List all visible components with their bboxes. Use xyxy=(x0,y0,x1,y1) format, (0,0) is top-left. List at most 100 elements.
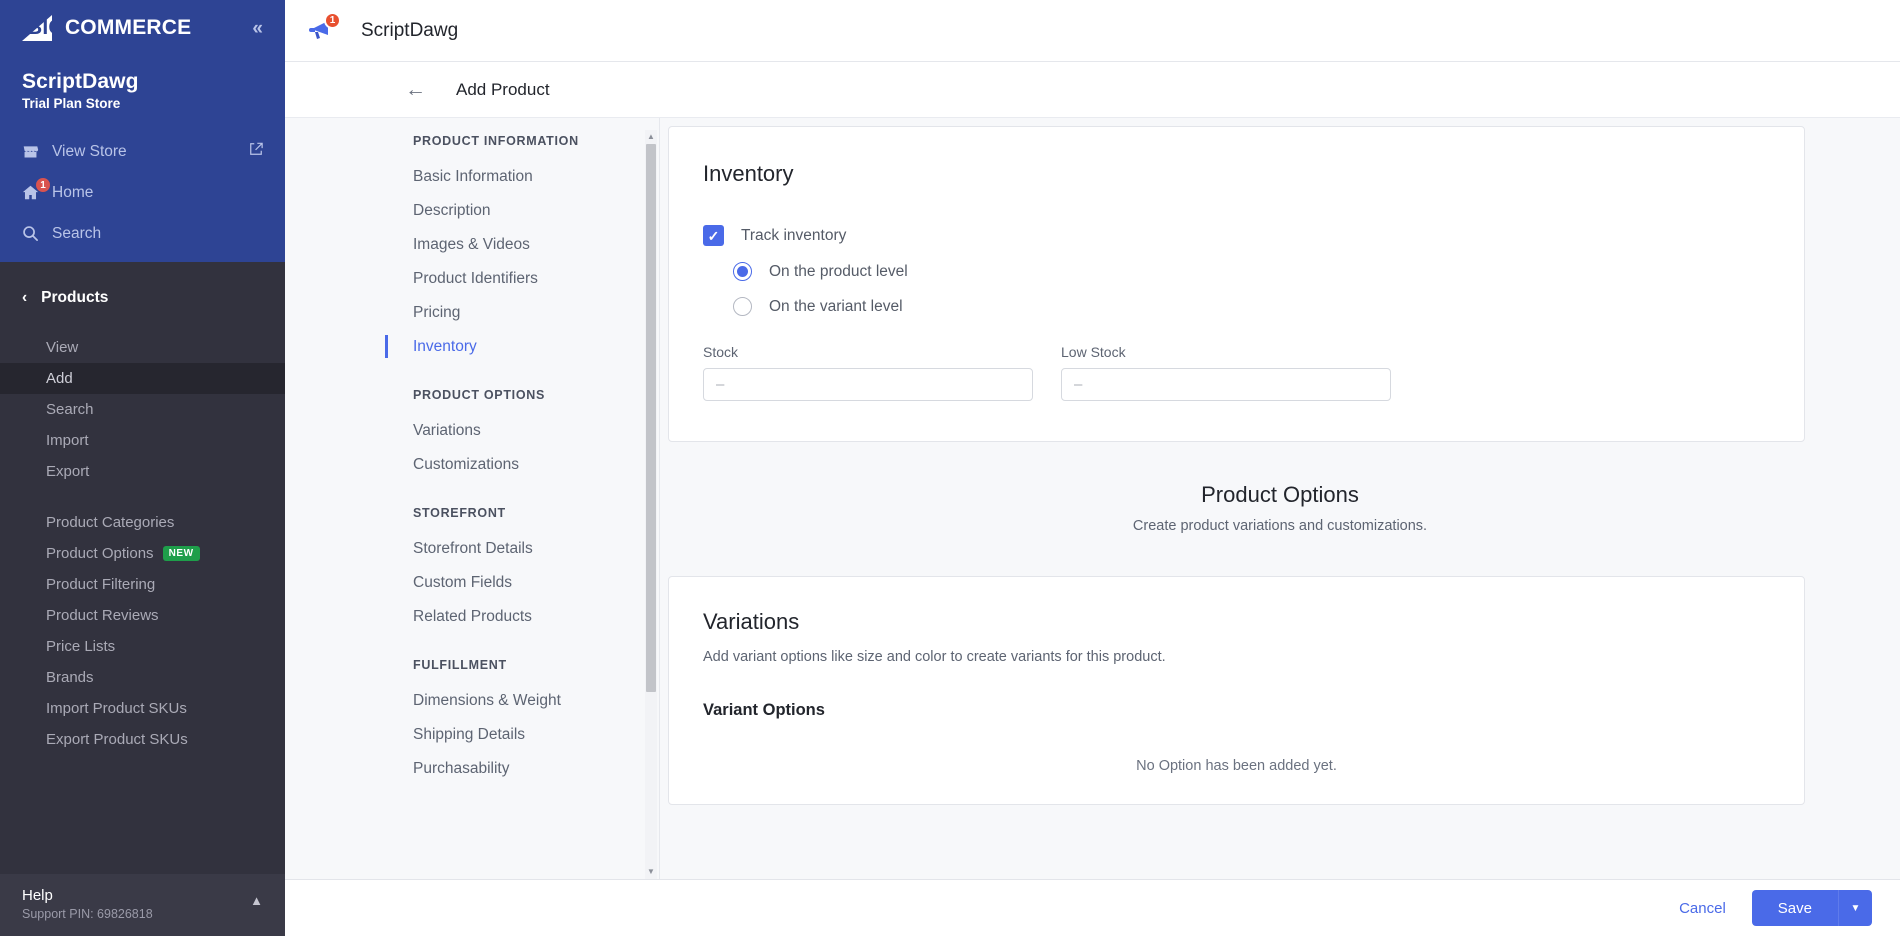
sidebar-item-view[interactable]: View xyxy=(0,332,285,363)
sidebar-item-search[interactable]: Search xyxy=(0,394,285,425)
sidebar-item-label: Search xyxy=(52,225,101,243)
sidebar-item-import[interactable]: Import xyxy=(0,425,285,456)
nav-item-description[interactable]: Description xyxy=(399,194,645,228)
section-nav-list: PRODUCT INFORMATIONBasic InformationDesc… xyxy=(285,130,645,879)
store-icon xyxy=(22,143,52,160)
scroll-down-arrow-icon[interactable]: ▼ xyxy=(647,865,655,879)
sidebar-help-section[interactable]: Help Support PIN: 69826818 ▲ xyxy=(0,874,285,936)
store-name: ScriptDawg xyxy=(22,70,263,94)
stock-field-group: Stock xyxy=(703,344,1033,401)
announcement-count-badge: 1 xyxy=(324,12,341,29)
nav-item-inventory[interactable]: Inventory xyxy=(399,330,645,364)
sidebar-item-export-product-skus[interactable]: Export Product SKUs xyxy=(0,724,285,755)
nav-group-spacer xyxy=(413,482,645,502)
sidebar-section-products[interactable]: ‹ Products xyxy=(0,280,285,316)
stock-label: Stock xyxy=(703,344,1033,360)
nav-item-customizations[interactable]: Customizations xyxy=(399,448,645,482)
nav-item-label: Variations xyxy=(413,422,481,440)
store-plan: Trial Plan Store xyxy=(22,96,263,111)
variant-options-title: Variant Options xyxy=(703,701,1770,720)
back-arrow-icon[interactable]: ← xyxy=(405,79,426,100)
sidebar-item-label: View xyxy=(46,339,78,356)
nav-item-pricing[interactable]: Pricing xyxy=(399,296,645,330)
sidebar-item-search[interactable]: Search xyxy=(0,213,285,254)
radio-product-level-label: On the product level xyxy=(769,263,908,281)
product-options-band: Product Options Create product variation… xyxy=(660,442,1900,568)
scroll-up-arrow-icon[interactable]: ▲ xyxy=(647,130,655,144)
nav-item-label: Pricing xyxy=(413,304,460,322)
sidebar-item-product-filtering[interactable]: Product Filtering xyxy=(0,569,285,600)
sidebar-item-label: Product Categories xyxy=(46,514,174,531)
variant-options-empty-state: No Option has been added yet. xyxy=(703,720,1770,804)
nav-item-custom-fields[interactable]: Custom Fields xyxy=(399,566,645,600)
nav-item-purchasability[interactable]: Purchasability xyxy=(399,752,645,786)
nav-item-label: Basic Information xyxy=(413,168,533,186)
nav-group-spacer xyxy=(413,634,645,654)
sidebar-item-label: Product Filtering xyxy=(46,576,155,593)
section-nav-scrollbar[interactable]: ▲ ▼ xyxy=(645,130,657,879)
nav-item-storefront-details[interactable]: Storefront Details xyxy=(399,532,645,566)
save-dropdown-caret-icon[interactable]: ▼ xyxy=(1838,890,1872,926)
scrollbar-track[interactable] xyxy=(645,144,657,865)
nav-item-related-products[interactable]: Related Products xyxy=(399,600,645,634)
low-stock-field-group: Low Stock xyxy=(1061,344,1391,401)
nav-item-basic-information[interactable]: Basic Information xyxy=(399,160,645,194)
bigcommerce-logo[interactable]: BIGCOMMERCE xyxy=(22,14,191,42)
nav-item-images-videos[interactable]: Images & Videos xyxy=(399,228,645,262)
sidebar-item-price-lists[interactable]: Price Lists xyxy=(0,631,285,662)
sidebar-item-product-reviews[interactable]: Product Reviews xyxy=(0,600,285,631)
sidebar-item-label: Export xyxy=(46,463,89,480)
sidebar-group-secondary: Product Categories Product OptionsNEW Prod… xyxy=(0,507,285,755)
cancel-button[interactable]: Cancel xyxy=(1679,900,1726,917)
announcements-button[interactable]: 1 xyxy=(307,14,341,48)
sidebar-item-import-product-skus[interactable]: Import Product SKUs xyxy=(0,693,285,724)
sidebar-item-product-options[interactable]: Product OptionsNEW xyxy=(0,538,285,569)
footer-action-bar: Cancel Save ▼ xyxy=(285,879,1900,936)
radio-variant-level-label: On the variant level xyxy=(769,298,903,316)
sidebar-item-home[interactable]: 1 Home xyxy=(0,172,285,213)
sidebar-item-export[interactable]: Export xyxy=(0,456,285,487)
nav-item-product-identifiers[interactable]: Product Identifiers xyxy=(399,262,645,296)
home-notification-badge: 1 xyxy=(35,177,51,193)
sidebar-item-product-categories[interactable]: Product Categories xyxy=(0,507,285,538)
radio-variant-level[interactable] xyxy=(733,297,752,316)
low-stock-input[interactable] xyxy=(1061,368,1391,401)
nav-item-shipping-details[interactable]: Shipping Details xyxy=(399,718,645,752)
nav-item-label: Related Products xyxy=(413,608,532,626)
sidebar-item-label: Export Product SKUs xyxy=(46,731,188,748)
sidebar-item-label: Import xyxy=(46,432,89,449)
store-block: ScriptDawg Trial Plan Store xyxy=(0,56,285,131)
new-badge: NEW xyxy=(163,546,200,561)
nav-item-label: Purchasability xyxy=(413,760,510,778)
section-nav-panel: PRODUCT INFORMATIONBasic InformationDesc… xyxy=(285,118,660,879)
save-button[interactable]: Save xyxy=(1752,890,1838,926)
radio-product-level[interactable] xyxy=(733,262,752,281)
sidebar-collapse-icon[interactable]: « xyxy=(252,19,263,38)
sidebar-item-label: Add xyxy=(46,370,73,387)
nav-item-label: Description xyxy=(413,202,491,220)
help-support-pin: Support PIN: 69826818 xyxy=(22,907,153,921)
sidebar-group-divider xyxy=(0,487,285,507)
nav-item-label: Storefront Details xyxy=(413,540,533,558)
chevron-left-icon: ‹ xyxy=(22,289,27,307)
search-icon xyxy=(22,225,52,242)
sidebar-item-label: View Store xyxy=(52,143,127,161)
help-title: Help xyxy=(22,887,153,904)
track-inventory-row: ✓ Track inventory xyxy=(703,225,1770,246)
track-inventory-checkbox[interactable]: ✓ xyxy=(703,225,724,246)
page-header: ← Add Product xyxy=(285,62,1900,118)
chevron-up-icon[interactable]: ▲ xyxy=(250,893,263,908)
nav-item-dimensions-weight[interactable]: Dimensions & Weight xyxy=(399,684,645,718)
sidebar-item-add[interactable]: Add xyxy=(0,363,285,394)
nav-item-label: Product Identifiers xyxy=(413,270,538,288)
stock-input[interactable] xyxy=(703,368,1033,401)
inventory-title: Inventory xyxy=(703,161,1770,187)
inventory-card: Inventory ✓ Track inventory On the produ… xyxy=(668,126,1805,442)
nav-item-variations[interactable]: Variations xyxy=(399,414,645,448)
sidebar-item-view-store[interactable]: View Store xyxy=(0,131,285,172)
page-title: Add Product xyxy=(456,80,550,100)
scrollbar-thumb[interactable] xyxy=(646,144,656,692)
sidebar-item-label: Price Lists xyxy=(46,638,115,655)
sidebar-item-brands[interactable]: Brands xyxy=(0,662,285,693)
nav-item-label: Dimensions & Weight xyxy=(413,692,561,710)
